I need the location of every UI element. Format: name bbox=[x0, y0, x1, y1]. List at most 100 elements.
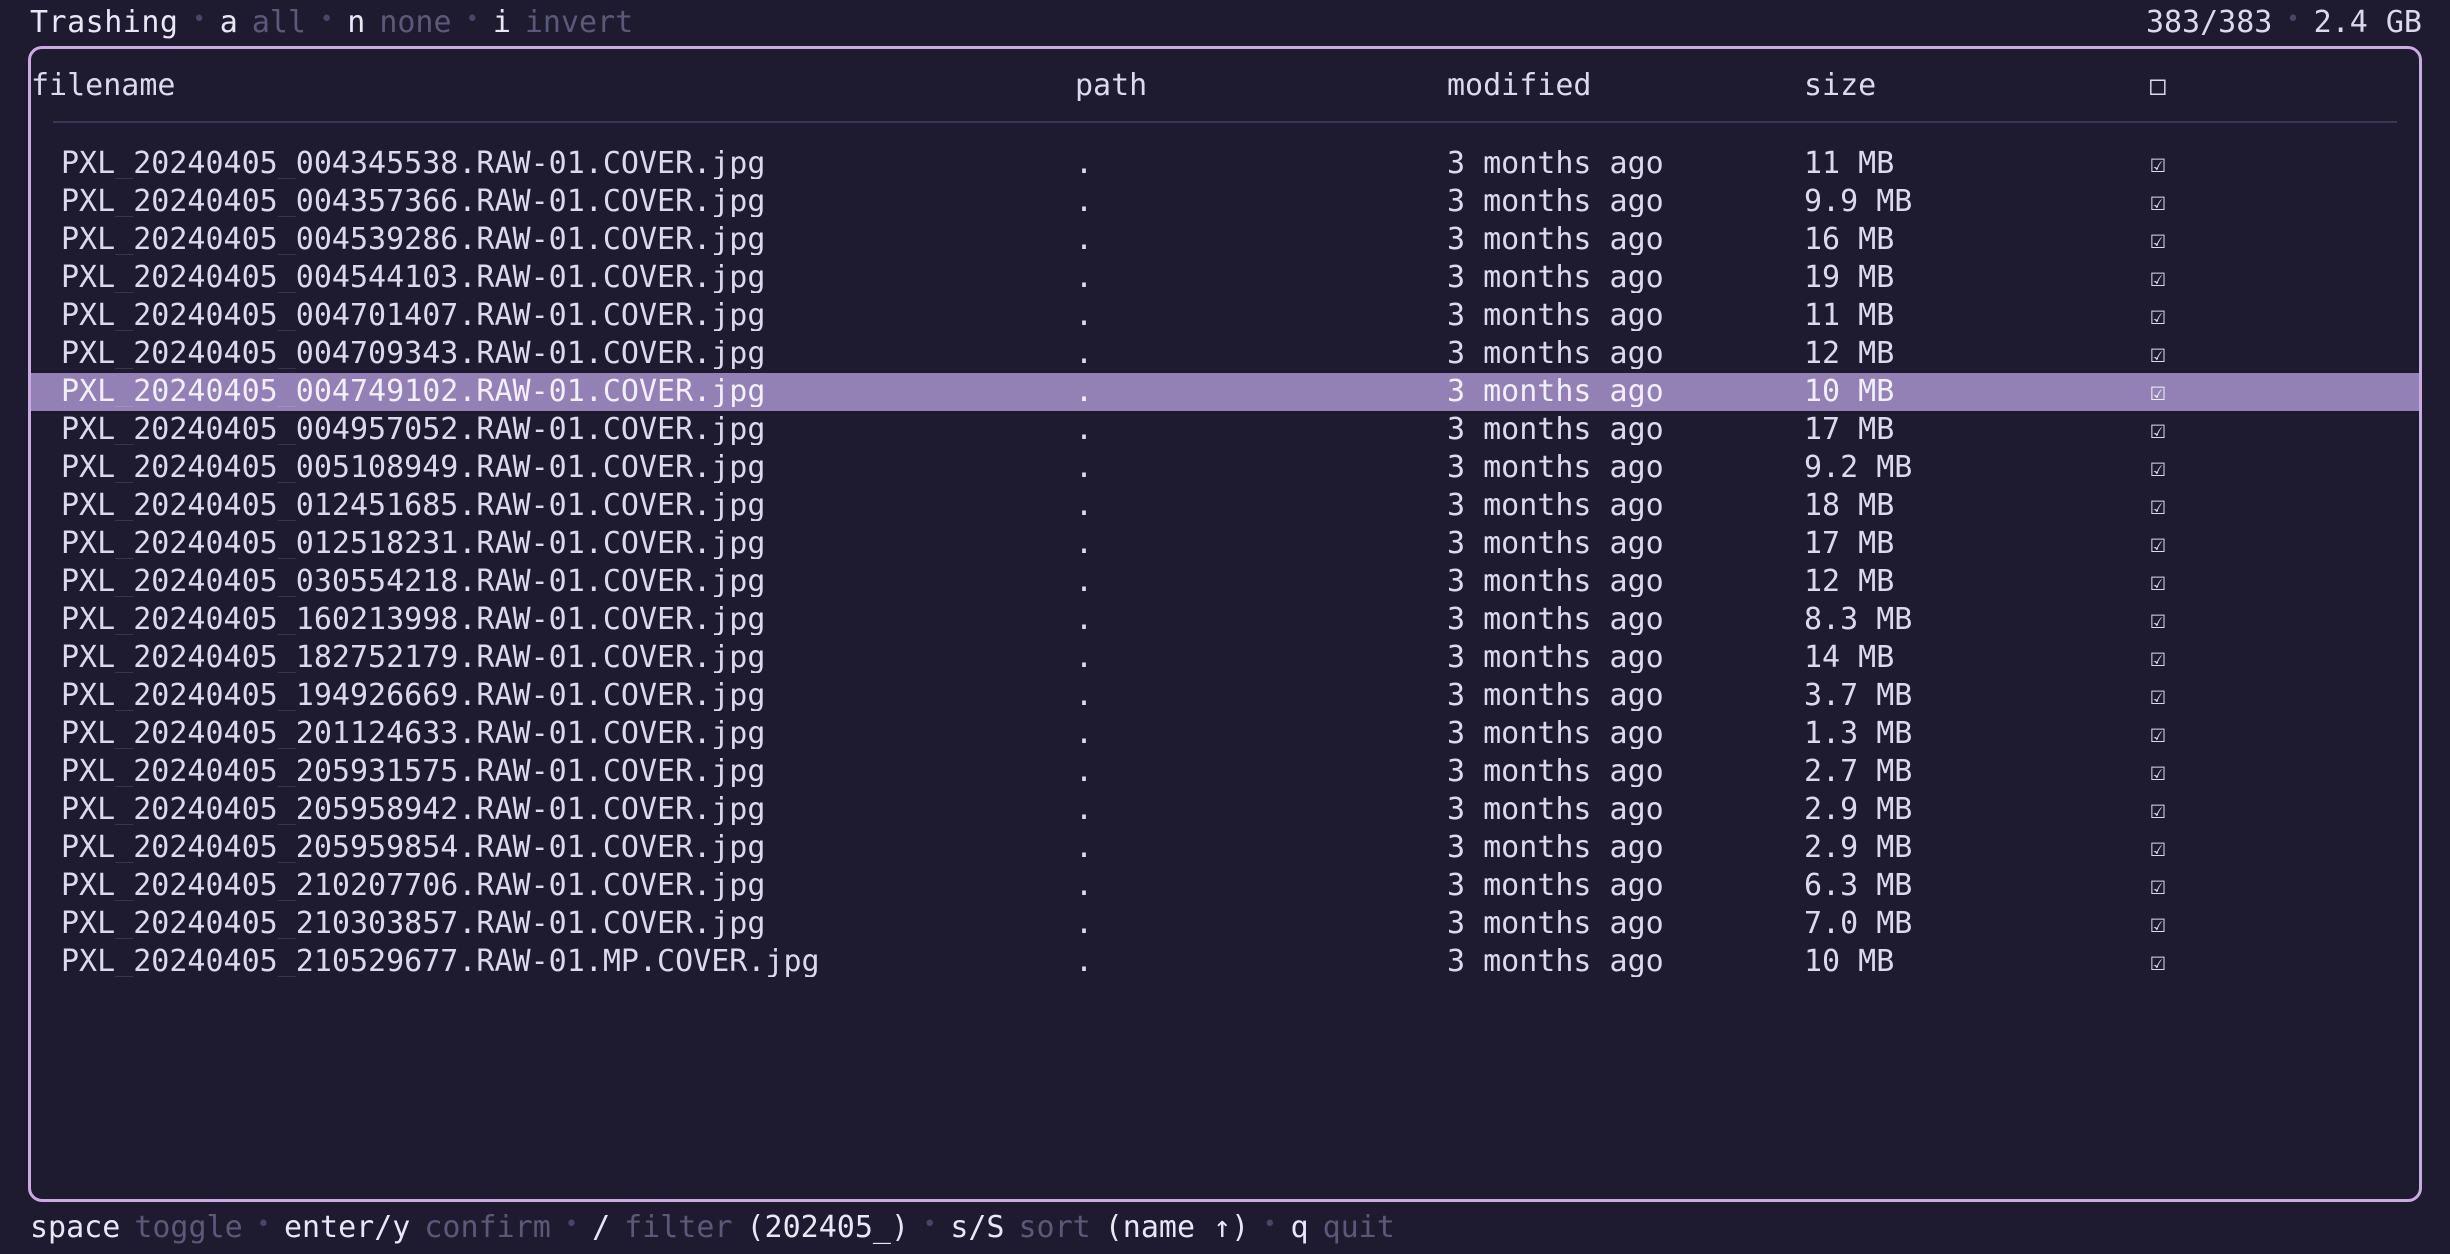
cell-filename[interactable]: PXL_20240405_004957052.RAW-01.COVER.jpg bbox=[31, 415, 1075, 445]
row-checkbox-icon[interactable]: ☑ bbox=[2150, 797, 2419, 823]
table-row[interactable]: PXL_20240405_004345538.RAW-01.COVER.jpg.… bbox=[31, 145, 2419, 183]
cell-path: . bbox=[1075, 263, 1094, 293]
table-row[interactable]: PXL_20240405_004539286.RAW-01.COVER.jpg.… bbox=[31, 221, 2419, 259]
action-none-key[interactable]: n bbox=[347, 8, 365, 38]
help-key-2[interactable]: / bbox=[592, 1213, 610, 1243]
cell-path: . bbox=[1075, 909, 1094, 939]
column-header-modified[interactable]: modified bbox=[1447, 71, 1804, 101]
help-label-2[interactable]: filter bbox=[610, 1213, 732, 1243]
table-row[interactable]: PXL_20240405_205958942.RAW-01.COVER.jpg.… bbox=[31, 791, 2419, 829]
column-header-filename[interactable]: filename bbox=[31, 71, 1075, 101]
cell-filename[interactable]: PXL_20240405_004544103.RAW-01.COVER.jpg bbox=[31, 263, 1075, 293]
table-row[interactable]: PXL_20240405_012518231.RAW-01.COVER.jpg.… bbox=[31, 525, 2419, 563]
row-checkbox-icon[interactable]: ☑ bbox=[2150, 759, 2419, 785]
action-all-key[interactable]: a bbox=[220, 8, 238, 38]
help-label-3[interactable]: sort bbox=[1005, 1213, 1091, 1243]
action-invert-label[interactable]: invert bbox=[511, 8, 633, 38]
cell-filename[interactable]: PXL_20240405_160213998.RAW-01.COVER.jpg bbox=[31, 605, 1075, 635]
table-row[interactable]: PXL_20240405_205959854.RAW-01.COVER.jpg.… bbox=[31, 829, 2419, 867]
cell-filename[interactable]: PXL_20240405_194926669.RAW-01.COVER.jpg bbox=[31, 681, 1075, 711]
select-all-checkbox-icon[interactable]: □ bbox=[2150, 73, 2419, 99]
row-checkbox-icon[interactable]: ☑ bbox=[2150, 151, 2419, 177]
row-checkbox-icon[interactable]: ☑ bbox=[2150, 341, 2419, 367]
table-row[interactable]: PXL_20240405_205931575.RAW-01.COVER.jpg.… bbox=[31, 753, 2419, 791]
row-checkbox-icon[interactable]: ☑ bbox=[2150, 227, 2419, 253]
cell-filename[interactable]: PXL_20240405_004539286.RAW-01.COVER.jpg bbox=[31, 225, 1075, 255]
table-row[interactable]: PXL_20240405_005108949.RAW-01.COVER.jpg.… bbox=[31, 449, 2419, 487]
row-checkbox-icon[interactable]: ☑ bbox=[2150, 493, 2419, 519]
action-all-label[interactable]: all bbox=[238, 8, 306, 38]
row-checkbox-icon[interactable]: ☑ bbox=[2150, 949, 2419, 975]
table-row[interactable]: PXL_20240405_004957052.RAW-01.COVER.jpg.… bbox=[31, 411, 2419, 449]
help-label-0[interactable]: toggle bbox=[120, 1213, 242, 1243]
row-checkbox-icon[interactable]: ☑ bbox=[2150, 569, 2419, 595]
column-header-size[interactable]: size bbox=[1804, 71, 2150, 101]
cell-modified: 3 months ago bbox=[1447, 567, 1664, 597]
cell-filename[interactable]: PXL_20240405_201124633.RAW-01.COVER.jpg bbox=[31, 719, 1075, 749]
table-row[interactable]: PXL_20240405_201124633.RAW-01.COVER.jpg.… bbox=[31, 715, 2419, 753]
cell-filename[interactable]: PXL_20240405_210529677.RAW-01.MP.COVER.j… bbox=[31, 947, 1075, 977]
cell-filename[interactable]: PXL_20240405_182752179.RAW-01.COVER.jpg bbox=[31, 643, 1075, 673]
row-checkbox-icon[interactable]: ☑ bbox=[2150, 721, 2419, 747]
table-row[interactable]: PXL_20240405_004749102.RAW-01.COVER.jpg.… bbox=[31, 373, 2419, 411]
cell-filename[interactable]: PXL_20240405_004357366.RAW-01.COVER.jpg bbox=[31, 187, 1075, 217]
help-key-4[interactable]: q bbox=[1291, 1213, 1309, 1243]
table-row[interactable]: PXL_20240405_004544103.RAW-01.COVER.jpg.… bbox=[31, 259, 2419, 297]
help-key-1[interactable]: enter/y bbox=[284, 1213, 410, 1243]
table-row[interactable]: PXL_20240405_004357366.RAW-01.COVER.jpg.… bbox=[31, 183, 2419, 221]
help-label-4[interactable]: quit bbox=[1309, 1213, 1395, 1243]
table-row[interactable]: PXL_20240405_030554218.RAW-01.COVER.jpg.… bbox=[31, 563, 2419, 601]
cell-filename[interactable]: PXL_20240405_005108949.RAW-01.COVER.jpg bbox=[31, 453, 1075, 483]
cell-filename[interactable]: PXL_20240405_205958942.RAW-01.COVER.jpg bbox=[31, 795, 1075, 825]
cell-modified: 3 months ago bbox=[1447, 225, 1664, 255]
row-checkbox-icon[interactable]: ☑ bbox=[2150, 417, 2419, 443]
cell-filename[interactable]: PXL_20240405_004749102.RAW-01.COVER.jpg bbox=[31, 377, 1075, 407]
row-checkbox-icon[interactable]: ☑ bbox=[2150, 265, 2419, 291]
column-header-path[interactable]: path bbox=[1075, 71, 1447, 101]
cell-size: 17 MB bbox=[1804, 529, 1895, 559]
table-row[interactable]: PXL_20240405_182752179.RAW-01.COVER.jpg.… bbox=[31, 639, 2419, 677]
table-row[interactable]: PXL_20240405_210303857.RAW-01.COVER.jpg.… bbox=[31, 905, 2419, 943]
cell-modified: 3 months ago bbox=[1447, 833, 1664, 863]
help-label-1[interactable]: confirm bbox=[410, 1213, 550, 1243]
cell-path: . bbox=[1075, 453, 1094, 483]
cell-size: 16 MB bbox=[1804, 225, 1895, 255]
help-value-3: (name ↑) bbox=[1104, 1210, 1250, 1245]
table-row[interactable]: PXL_20240405_004709343.RAW-01.COVER.jpg.… bbox=[31, 335, 2419, 373]
row-checkbox-icon[interactable]: ☑ bbox=[2150, 531, 2419, 557]
table-row[interactable]: PXL_20240405_210207706.RAW-01.COVER.jpg.… bbox=[31, 867, 2419, 905]
row-checkbox-icon[interactable]: ☑ bbox=[2150, 835, 2419, 861]
cell-filename[interactable]: PXL_20240405_004709343.RAW-01.COVER.jpg bbox=[31, 339, 1075, 369]
table-row[interactable]: PXL_20240405_012451685.RAW-01.COVER.jpg.… bbox=[31, 487, 2419, 525]
table-row[interactable]: PXL_20240405_004701407.RAW-01.COVER.jpg.… bbox=[31, 297, 2419, 335]
cell-filename[interactable]: PXL_20240405_004345538.RAW-01.COVER.jpg bbox=[31, 149, 1075, 179]
row-checkbox-icon[interactable]: ☑ bbox=[2150, 911, 2419, 937]
action-invert-key[interactable]: i bbox=[493, 8, 511, 38]
cell-filename[interactable]: PXL_20240405_205931575.RAW-01.COVER.jpg bbox=[31, 757, 1075, 787]
cell-filename[interactable]: PXL_20240405_210207706.RAW-01.COVER.jpg bbox=[31, 871, 1075, 901]
table-row[interactable]: PXL_20240405_194926669.RAW-01.COVER.jpg.… bbox=[31, 677, 2419, 715]
separator-dot-icon: • bbox=[192, 7, 206, 32]
cell-filename[interactable]: PXL_20240405_030554218.RAW-01.COVER.jpg bbox=[31, 567, 1075, 597]
row-checkbox-icon[interactable]: ☑ bbox=[2150, 683, 2419, 709]
row-checkbox-icon[interactable]: ☑ bbox=[2150, 303, 2419, 329]
cell-filename[interactable]: PXL_20240405_210303857.RAW-01.COVER.jpg bbox=[31, 909, 1075, 939]
row-checkbox-icon[interactable]: ☑ bbox=[2150, 189, 2419, 215]
action-none-label[interactable]: none bbox=[365, 8, 451, 38]
row-checkbox-icon[interactable]: ☑ bbox=[2150, 873, 2419, 899]
row-checkbox-icon[interactable]: ☑ bbox=[2150, 455, 2419, 481]
help-key-3[interactable]: s/S bbox=[950, 1213, 1004, 1243]
cell-modified: 3 months ago bbox=[1447, 909, 1664, 939]
row-checkbox-icon[interactable]: ☑ bbox=[2150, 607, 2419, 633]
row-checkbox-icon[interactable]: ☑ bbox=[2150, 379, 2419, 405]
cell-filename[interactable]: PXL_20240405_004701407.RAW-01.COVER.jpg bbox=[31, 301, 1075, 331]
help-key-0[interactable]: space bbox=[30, 1213, 120, 1243]
cell-filename[interactable]: PXL_20240405_205959854.RAW-01.COVER.jpg bbox=[31, 833, 1075, 863]
table-row[interactable]: PXL_20240405_160213998.RAW-01.COVER.jpg.… bbox=[31, 601, 2419, 639]
table-row[interactable]: PXL_20240405_210529677.RAW-01.MP.COVER.j… bbox=[31, 943, 2419, 981]
cell-filename[interactable]: PXL_20240405_012451685.RAW-01.COVER.jpg bbox=[31, 491, 1075, 521]
cell-path: . bbox=[1075, 301, 1094, 331]
row-checkbox-icon[interactable]: ☑ bbox=[2150, 645, 2419, 671]
cell-filename[interactable]: PXL_20240405_012518231.RAW-01.COVER.jpg bbox=[31, 529, 1075, 559]
file-list[interactable]: PXL_20240405_004345538.RAW-01.COVER.jpg.… bbox=[31, 123, 2419, 1199]
